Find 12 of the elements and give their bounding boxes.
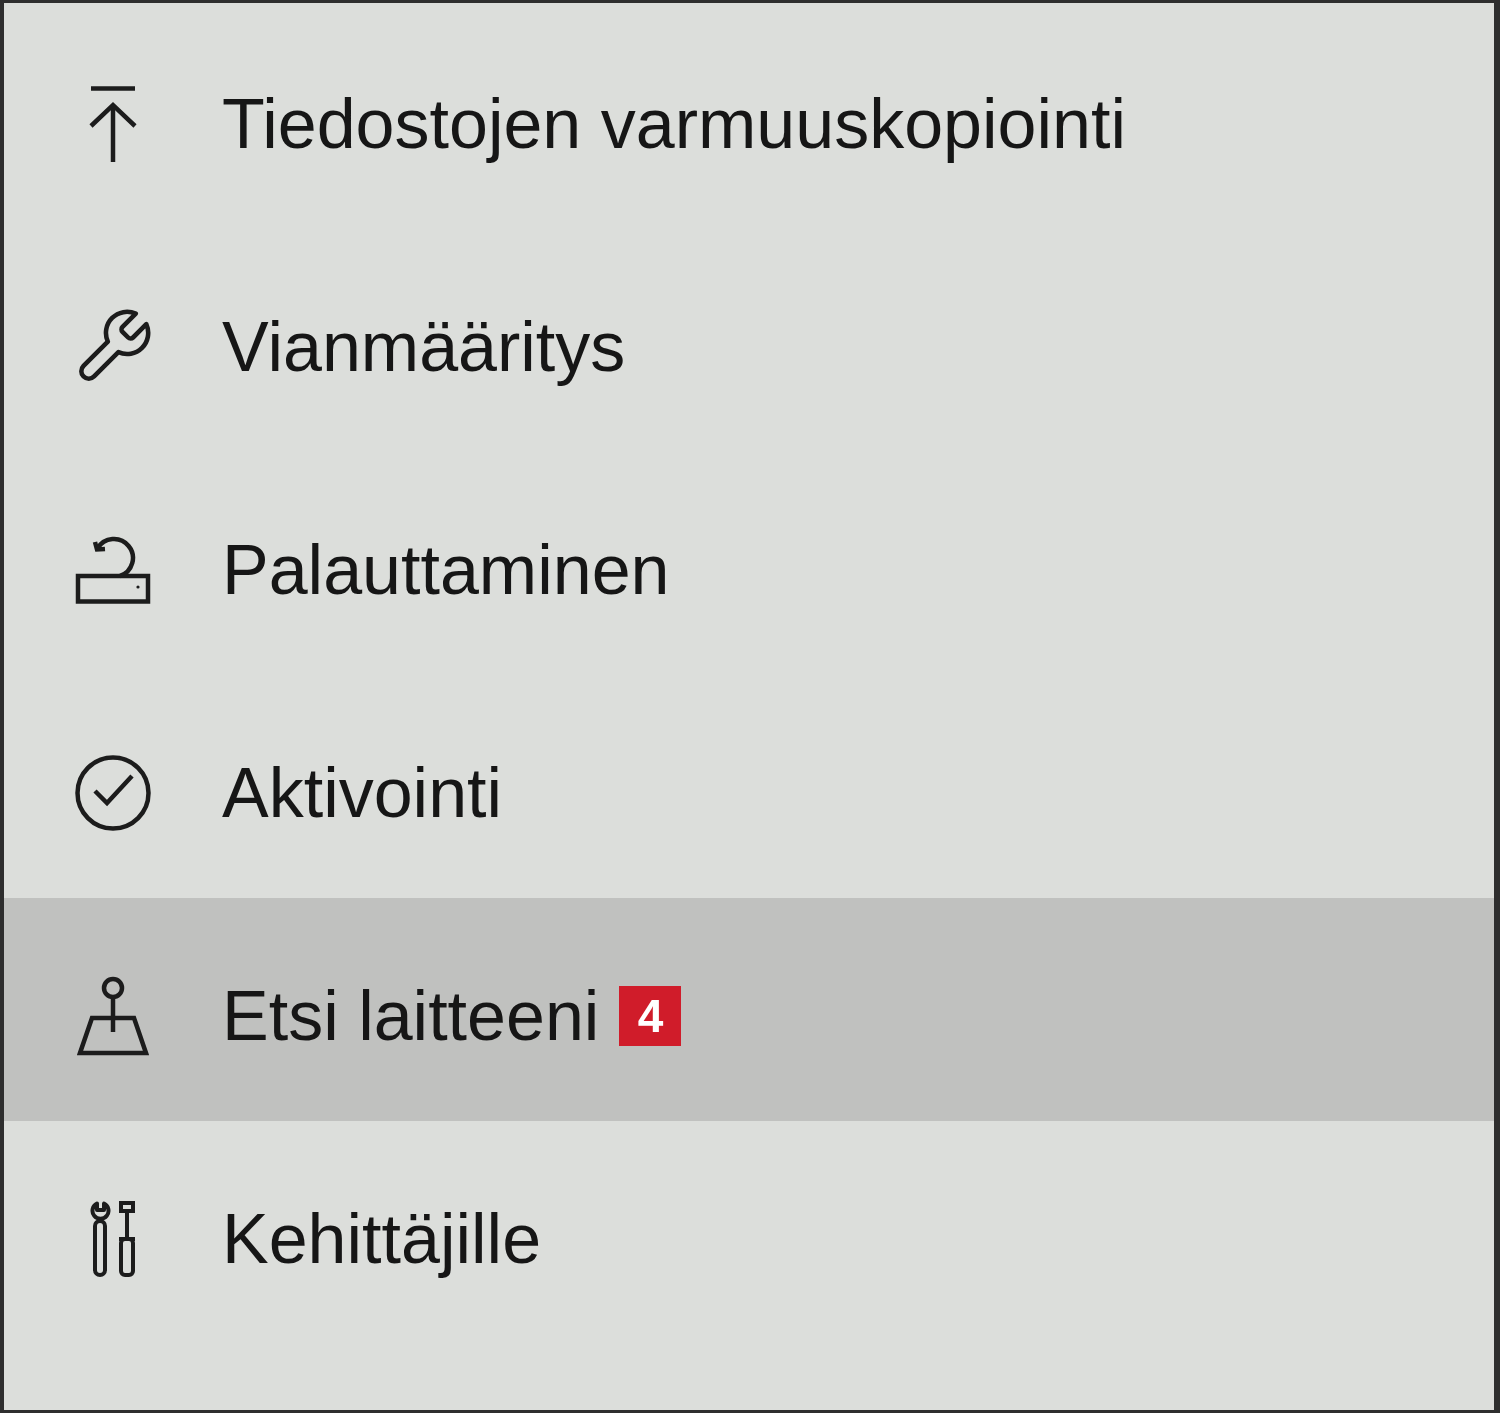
restore-drive-icon — [75, 535, 151, 604]
menu-item[interactable]: Aktivointi — [4, 675, 1494, 898]
notification-count: 4 — [619, 985, 682, 1046]
map-pin-icon — [77, 975, 149, 1056]
check-circle-icon — [75, 754, 151, 831]
menu-item[interactable]: Etsi laitteeni 4 — [4, 898, 1494, 1121]
menu-item[interactable]: Vianmääritys — [4, 229, 1494, 452]
menu-item[interactable]: Palauttaminen — [4, 452, 1494, 675]
menu-item[interactable]: Kehittäjille — [4, 1121, 1494, 1344]
menu-item[interactable]: Tiedostojen varmuuskopiointi — [4, 6, 1494, 229]
upload-icon — [89, 85, 137, 162]
tools-icon — [89, 1200, 137, 1277]
